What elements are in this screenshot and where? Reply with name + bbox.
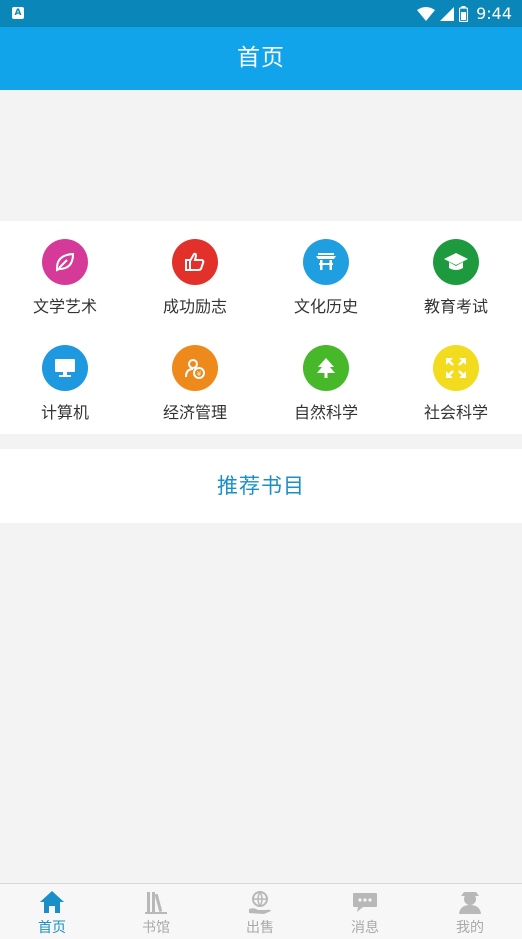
recommend-section[interactable]: 推荐书目	[0, 449, 522, 523]
nav-item-profile[interactable]: 我的	[418, 884, 522, 939]
category-label: 经济管理	[162, 403, 227, 422]
graduation-cap-icon	[433, 239, 479, 285]
user-icon	[459, 892, 481, 914]
nav-item-library[interactable]: 书馆	[104, 884, 208, 939]
category-social-science[interactable]: 社会科学	[391, 330, 521, 422]
category-culture-history[interactable]: 文化历史	[261, 224, 391, 316]
category-natural-science[interactable]: 自然科学	[261, 330, 391, 422]
home-icon	[40, 891, 64, 913]
banner-area[interactable]	[0, 90, 522, 221]
recommend-title: 推荐书目	[217, 474, 305, 498]
signal-icon	[440, 7, 455, 21]
nav-label: 出售	[246, 920, 274, 936]
leaf-icon	[42, 239, 88, 285]
svg-text:¥: ¥	[197, 370, 202, 378]
nav-label: 消息	[351, 920, 379, 936]
money-person-icon: ¥	[172, 345, 218, 391]
monitor-icon	[42, 345, 88, 391]
category-education-exam[interactable]: 教育考试	[391, 224, 521, 316]
category-label: 成功励志	[162, 297, 227, 316]
category-computer[interactable]: 计算机	[0, 330, 130, 422]
expand-arrows-icon	[433, 345, 479, 391]
wifi-icon	[417, 7, 436, 21]
battery-icon	[459, 6, 469, 22]
globe-hand-icon	[249, 891, 271, 914]
bottom-nav: 首页 书馆 出售 消息 我的	[0, 883, 522, 939]
nav-label: 书馆	[142, 920, 170, 936]
pavilion-icon	[303, 239, 349, 285]
category-label: 文化历史	[293, 297, 358, 316]
nav-label: 首页	[38, 920, 66, 936]
status-indicators: 9:44	[417, 4, 512, 24]
category-label: 教育考试	[423, 297, 488, 316]
category-label: 自然科学	[293, 403, 358, 422]
page-title: 首页	[237, 45, 285, 71]
thumbs-up-icon	[172, 239, 218, 285]
books-icon	[145, 892, 167, 914]
header-bar: 首页	[0, 27, 522, 90]
category-label: 文学艺术	[32, 297, 97, 316]
chat-bubble-icon	[353, 893, 377, 912]
category-label: 计算机	[40, 403, 89, 422]
nav-item-home[interactable]: 首页	[0, 884, 104, 939]
nav-label: 我的	[456, 920, 484, 936]
tree-icon	[303, 345, 349, 391]
category-label: 社会科学	[423, 403, 488, 422]
app-notification-icon: A	[12, 7, 24, 19]
status-time: 9:44	[476, 4, 512, 23]
category-grid: 文学艺术 成功励志 文化历史 教育考试 计算机 ¥ 经济管理 自然科学 社会科学	[0, 221, 522, 434]
category-success-motivation[interactable]: 成功励志	[130, 224, 260, 316]
category-economics-management[interactable]: ¥ 经济管理	[130, 330, 260, 422]
status-bar: A 9:44	[0, 0, 522, 27]
category-literature-art[interactable]: 文学艺术	[0, 224, 130, 316]
nav-item-messages[interactable]: 消息	[313, 884, 417, 939]
nav-item-sell[interactable]: 出售	[208, 884, 312, 939]
